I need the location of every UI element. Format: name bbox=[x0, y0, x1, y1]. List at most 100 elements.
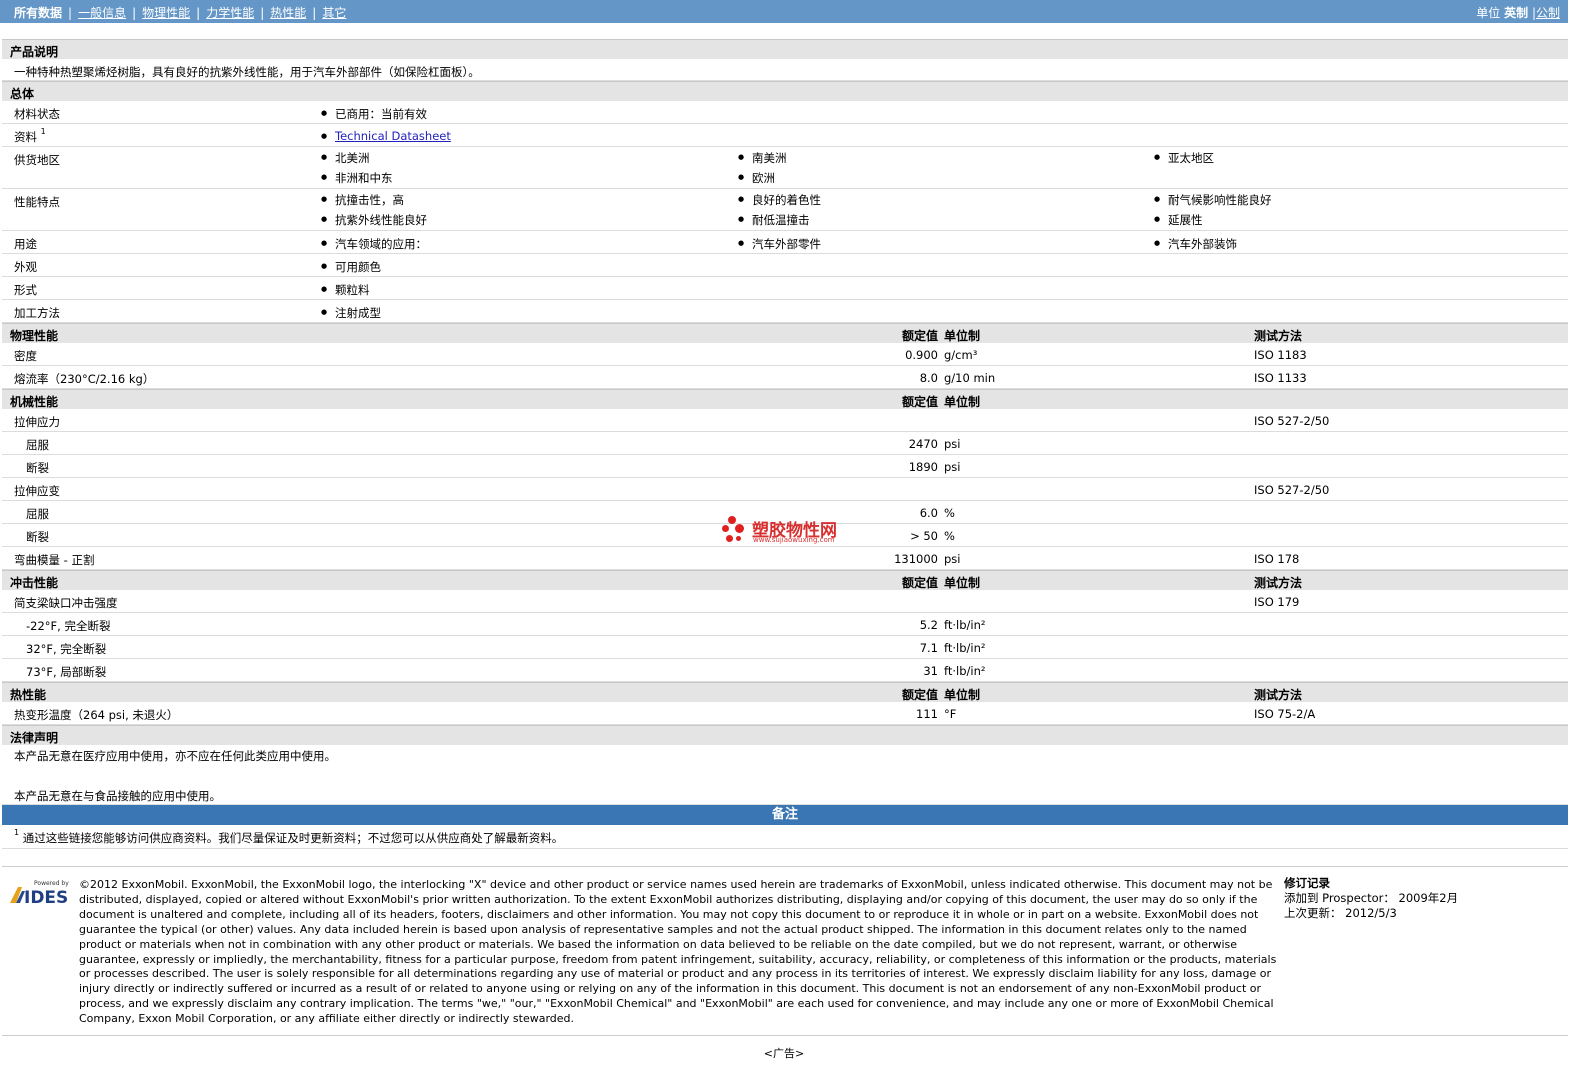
section-title: 产品说明 bbox=[10, 45, 59, 59]
col-header-unit: 单位制 bbox=[944, 688, 981, 702]
bullet-value: 注射成型 bbox=[321, 305, 381, 321]
footnote-row: 1 通过这些链接您能够访问供应商资料。我们尽量保证及时更新资料；不过您可以从供应… bbox=[2, 825, 1568, 849]
section-title: 总体 bbox=[10, 87, 35, 101]
row-label: 材料状态 bbox=[14, 107, 60, 121]
nav-general[interactable]: 一般信息 bbox=[78, 6, 126, 20]
notes-header: 备注 bbox=[2, 805, 1568, 825]
watermark-dot-icon bbox=[722, 525, 729, 532]
use-item: 汽车外部零件 bbox=[738, 236, 821, 252]
watermark-dot-icon bbox=[736, 536, 741, 541]
feature-item: 良好的着色性 bbox=[738, 192, 821, 208]
property-unit: ft·lb/in² bbox=[944, 664, 986, 678]
property-label: 密度 bbox=[14, 349, 37, 363]
region-item: 欧洲 bbox=[738, 170, 775, 186]
revision-history: 修订记录 添加到 Prospector： 2009年2月 上次更新： 2012/… bbox=[1284, 876, 1458, 921]
nav-separator: | bbox=[132, 6, 137, 20]
property-value: 0.900 bbox=[905, 348, 938, 362]
property-label: 73°F, 局部断裂 bbox=[26, 665, 107, 679]
row-label: 形式 bbox=[14, 283, 37, 297]
description-row: 一种特种热塑聚烯烃树脂，具有良好的抗紫外线性能，用于汽车外部部件（如保险杠面板）… bbox=[2, 59, 1568, 81]
description-text: 一种特种热塑聚烯烃树脂，具有良好的抗紫外线性能，用于汽车外部部件（如保险杠面板）… bbox=[14, 65, 480, 79]
property-label: 弯曲模量 - 正割 bbox=[14, 553, 95, 567]
feature-item: 延展性 bbox=[1154, 212, 1202, 228]
property-unit: g/10 min bbox=[944, 371, 996, 385]
col-header-unit: 单位制 bbox=[944, 395, 981, 409]
region-item: 北美洲 bbox=[321, 150, 369, 166]
property-method: ISO 75-2/A bbox=[1254, 707, 1316, 721]
feature-item: 耐气候影响性能良好 bbox=[1154, 192, 1271, 208]
property-method: ISO 527-2/50 bbox=[1254, 483, 1330, 497]
units-metric[interactable]: 公制 bbox=[1536, 6, 1560, 20]
property-unit: psi bbox=[944, 437, 961, 451]
legal-statement: 本产品无意在医疗应用中使用，亦不应在任何此类应用中使用。 本产品无意在与食品接触… bbox=[2, 745, 1568, 805]
ides-logo: Powered by IDES bbox=[8, 879, 72, 908]
property-row-charpy: 简支梁缺口冲击强度 ISO 179 bbox=[2, 590, 1568, 613]
revision-title: 修订记录 bbox=[1284, 876, 1330, 890]
section-nav: 所有数据 | 一般信息 | 物理性能 | 力学性能 | 热性能 | 其它 bbox=[14, 4, 346, 21]
feature-item: 耐低温撞击 bbox=[738, 212, 809, 228]
property-row-charpy-2: 32°F, 完全断裂 7.1 ft·lb/in² bbox=[2, 636, 1568, 659]
use-item: 汽车外部装饰 bbox=[1154, 236, 1237, 252]
general-form-row: 形式 颗粒料 bbox=[2, 277, 1568, 300]
row-label: 资料 1 bbox=[14, 127, 46, 145]
units-label: 单位 bbox=[1476, 6, 1501, 20]
watermark-dot-icon bbox=[735, 524, 744, 533]
revision-added: 添加到 Prospector： 2009年2月 bbox=[1284, 891, 1459, 905]
nav-separator: | bbox=[312, 6, 317, 20]
row-label: 加工方法 bbox=[14, 306, 60, 320]
nav-separator: | bbox=[196, 6, 201, 20]
property-method: ISO 178 bbox=[1254, 552, 1300, 566]
property-value: 8.0 bbox=[919, 371, 938, 385]
property-value: 6.0 bbox=[919, 506, 938, 520]
property-label: 拉伸应力 bbox=[14, 415, 60, 429]
nav-thermal[interactable]: 热性能 bbox=[270, 6, 306, 20]
nav-all-data: 所有数据 bbox=[14, 6, 63, 20]
property-label: 屈服 bbox=[26, 507, 49, 521]
datasheet-content: 产品说明 一种特种热塑聚烯烃树脂，具有良好的抗紫外线性能，用于汽车外部部件（如保… bbox=[2, 39, 1568, 849]
region-item: 南美洲 bbox=[738, 150, 786, 166]
bullet-value: 可用颜色 bbox=[321, 259, 381, 275]
col-header-unit: 单位制 bbox=[944, 576, 981, 590]
footnote-body: 通过这些链接您能够访问供应商资料。我们尽量保证及时更新资料；不过您可以从供应商处… bbox=[22, 831, 564, 845]
property-label: 熔流率（230°C/2.16 kg） bbox=[14, 372, 155, 386]
general-docs-row: 资料 1 Technical Datasheet bbox=[2, 124, 1568, 147]
watermark-dot-icon bbox=[726, 535, 733, 542]
property-method: ISO 1133 bbox=[1254, 371, 1307, 385]
property-method: ISO 179 bbox=[1254, 595, 1300, 609]
logo-ides-text: IDES bbox=[24, 888, 68, 905]
property-label: 拉伸应变 bbox=[14, 484, 60, 498]
property-label: 断裂 bbox=[26, 461, 49, 475]
feature-item: 抗紫外线性能良好 bbox=[321, 212, 427, 228]
property-label: 热变形温度（264 psi, 未退火） bbox=[14, 708, 179, 722]
property-row-melt-flow: 熔流率（230°C/2.16 kg） 8.0 g/10 min ISO 1133 bbox=[2, 366, 1568, 389]
section-header-thermal: 热性能 额定值 单位制 测试方法 bbox=[2, 682, 1568, 702]
bullet-value: Technical Datasheet bbox=[321, 129, 451, 143]
region-item: 亚太地区 bbox=[1154, 150, 1214, 166]
section-header-mechanical: 机械性能 额定值 单位制 bbox=[2, 389, 1568, 409]
row-label: 供货地区 bbox=[14, 153, 60, 167]
col-header-method: 测试方法 bbox=[1254, 688, 1303, 702]
property-value: 131000 bbox=[894, 552, 938, 566]
property-method: ISO 527-2/50 bbox=[1254, 414, 1330, 428]
property-row-ts-yield: 屈服 2470 psi bbox=[2, 432, 1568, 455]
watermark-logo: 塑胶物性网 www.sujiaowuxing.com bbox=[722, 516, 852, 546]
ides-logo-icon: Powered by IDES bbox=[10, 880, 69, 908]
general-uses-row: 用途 汽车领域的应用： 汽车外部零件 汽车外部装饰 bbox=[2, 231, 1568, 254]
property-unit: ft·lb/in² bbox=[944, 641, 986, 655]
property-value: 5.2 bbox=[919, 618, 938, 632]
docs-label: 资料 bbox=[14, 130, 37, 144]
property-row-charpy-3: 73°F, 局部断裂 31 ft·lb/in² bbox=[2, 659, 1568, 682]
nav-other[interactable]: 其它 bbox=[322, 6, 346, 20]
footer: Powered by IDES ©2012 ExxonMobil. ExxonM… bbox=[2, 866, 1568, 1036]
footnote-marker: 1 bbox=[40, 127, 46, 136]
units-english: 英制 bbox=[1504, 6, 1529, 20]
section-header-general: 总体 bbox=[2, 81, 1568, 101]
nav-mechanical[interactable]: 力学性能 bbox=[206, 6, 254, 20]
row-label: 用途 bbox=[14, 237, 37, 251]
nav-physical[interactable]: 物理性能 bbox=[142, 6, 190, 20]
col-header-value: 额定值 bbox=[901, 688, 938, 702]
general-appearance-row: 外观 可用颜色 bbox=[2, 254, 1568, 277]
technical-datasheet-link[interactable]: Technical Datasheet bbox=[335, 129, 451, 143]
copyright-text: ©2012 ExxonMobil. ExxonMobil, the ExxonM… bbox=[79, 878, 1277, 1026]
property-row-tensile-strain: 拉伸应变 ISO 527-2/50 bbox=[2, 478, 1568, 501]
